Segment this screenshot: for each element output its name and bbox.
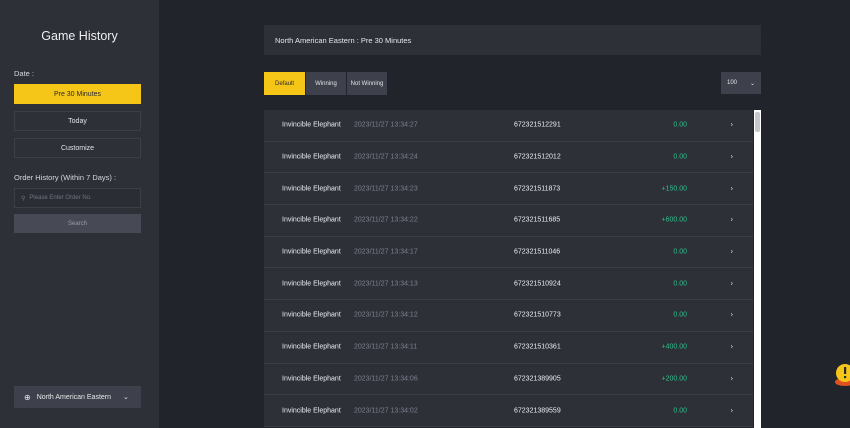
row-amount: 0.00 [673, 407, 687, 415]
history-row[interactable]: Invincible Elephant 2023/11/27 13:34:27 67… [264, 110, 753, 142]
row-game-name: Invincible Elephant [282, 343, 341, 351]
search-icon: ⚲ [21, 195, 26, 202]
filter-tabs: Default Winning Not Winning [264, 72, 387, 95]
history-row[interactable]: Invincible Elephant 2023/11/27 13:34:11 67… [264, 331, 753, 364]
row-time: 2023/11/27 13:34:02 [354, 407, 418, 415]
row-amount: +150.00 [661, 185, 688, 193]
chevron-down-icon: ⌄ [750, 80, 756, 87]
row-order-number: 672321511873 [514, 185, 561, 193]
header-title: North American Eastern : Pre 30 Minutes [275, 35, 412, 45]
chevron-right-icon[interactable]: › [731, 217, 733, 224]
customize-button[interactable]: Customize [14, 138, 141, 158]
history-row[interactable]: Invincible Elephant 2023/11/27 13:34:17 67… [264, 236, 753, 269]
history-row[interactable]: Invincible Elephant 2023/11/27 13:34:23 67… [264, 173, 753, 206]
chevron-right-icon[interactable]: › [731, 185, 733, 192]
row-time: 2023/11/27 13:34:24 [354, 153, 418, 161]
search-button[interactable]: Search [14, 214, 141, 233]
row-order-number: 672321389559 [514, 407, 561, 415]
chevron-right-icon[interactable]: › [731, 344, 733, 351]
region-select[interactable]: ⊕ North American Eastern ⌄ [14, 386, 141, 408]
row-order-number: 672321510773 [514, 311, 561, 319]
chevron-right-icon[interactable]: › [731, 280, 733, 287]
row-game-name: Invincible Elephant [282, 375, 341, 383]
row-game-name: Invincible Elephant [282, 280, 341, 288]
scrollbar[interactable] [754, 110, 761, 428]
page-size-select[interactable]: 100 ⌄ [721, 72, 761, 94]
row-game-name: Invincible Elephant [282, 153, 341, 161]
row-order-number: 672321512012 [514, 153, 561, 161]
filter-winning[interactable]: Winning [306, 72, 346, 95]
chevron-right-icon[interactable]: › [731, 249, 733, 256]
row-amount: +600.00 [661, 216, 688, 224]
row-game-name: Invincible Elephant [282, 248, 341, 256]
history-row[interactable]: Invincible Elephant 2023/11/27 13:34:02 67… [264, 395, 753, 427]
page-title: Game History [41, 29, 118, 43]
scrollbar-thumb[interactable] [755, 112, 760, 132]
order-search-input[interactable]: ⚲ Please Enter Order No. [14, 188, 141, 208]
filter-not-winning[interactable]: Not Winning [347, 72, 387, 95]
today-button[interactable]: Today [14, 111, 141, 131]
row-amount: 0.00 [673, 280, 687, 288]
sidebar: Game History Date : Pre 30 Minutes Today… [0, 0, 159, 428]
row-game-name: Invincible Elephant [282, 216, 341, 224]
row-time: 2023/11/27 13:34:13 [354, 280, 418, 288]
row-game-name: Invincible Elephant [282, 407, 341, 415]
row-order-number: 672321511046 [514, 248, 561, 256]
chevron-right-icon[interactable]: › [731, 122, 733, 129]
row-amount: 0.00 [673, 153, 687, 161]
row-amount: 0.00 [673, 311, 687, 319]
row-time: 2023/11/27 13:34:23 [354, 185, 418, 193]
row-game-name: Invincible Elephant [282, 121, 341, 129]
history-list: Invincible Elephant 2023/11/27 13:34:27 67… [264, 110, 753, 427]
header-bar: North American Eastern : Pre 30 Minutes [264, 25, 761, 55]
row-amount: +400.00 [661, 343, 688, 351]
row-time: 2023/11/27 13:34:12 [354, 311, 418, 319]
pre-30-minutes-button[interactable]: Pre 30 Minutes [14, 84, 141, 104]
order-input-placeholder: Please Enter Order No. [29, 195, 92, 201]
history-row[interactable]: Invincible Elephant 2023/11/27 13:34:24 67… [264, 141, 753, 174]
row-amount: +200.00 [661, 375, 688, 383]
history-row[interactable]: Invincible Elephant 2023/11/27 13:34:13 67… [264, 268, 753, 301]
chevron-right-icon[interactable]: › [731, 407, 733, 414]
page-size-value: 100 [727, 80, 738, 86]
row-order-number: 672321512291 [514, 121, 561, 129]
row-order-number: 672321511685 [514, 216, 561, 224]
chevron-right-icon[interactable]: › [731, 312, 733, 319]
row-time: 2023/11/27 13:34:22 [354, 216, 418, 224]
row-order-number: 672321510924 [514, 280, 561, 288]
globe-icon: ⊕ [24, 392, 31, 402]
row-time: 2023/11/27 13:34:17 [354, 248, 418, 256]
chevron-down-icon: ⌄ [123, 394, 129, 401]
chevron-right-icon[interactable]: › [731, 154, 733, 161]
chevron-right-icon[interactable]: › [731, 375, 733, 382]
row-amount: 0.00 [673, 121, 687, 129]
row-order-number: 672321510361 [514, 343, 561, 351]
history-row[interactable]: Invincible Elephant 2023/11/27 13:34:06 67… [264, 363, 753, 396]
region-label: North American Eastern [36, 393, 112, 401]
history-row[interactable]: Invincible Elephant 2023/11/27 13:34:12 67… [264, 300, 753, 332]
row-time: 2023/11/27 13:34:06 [354, 375, 418, 383]
warning-icon[interactable] [832, 362, 850, 388]
order-history-label: Order History (Within 7 Days) : [14, 173, 117, 182]
row-time: 2023/11/27 13:34:11 [354, 343, 418, 351]
row-time: 2023/11/27 13:34:27 [354, 121, 418, 129]
row-game-name: Invincible Elephant [282, 311, 341, 319]
history-row[interactable]: Invincible Elephant 2023/11/27 13:34:22 67… [264, 205, 753, 237]
filter-default[interactable]: Default [264, 72, 305, 95]
row-game-name: Invincible Elephant [282, 185, 341, 193]
row-order-number: 672321389905 [514, 375, 561, 383]
date-label: Date : [14, 69, 35, 78]
row-amount: 0.00 [673, 248, 687, 256]
